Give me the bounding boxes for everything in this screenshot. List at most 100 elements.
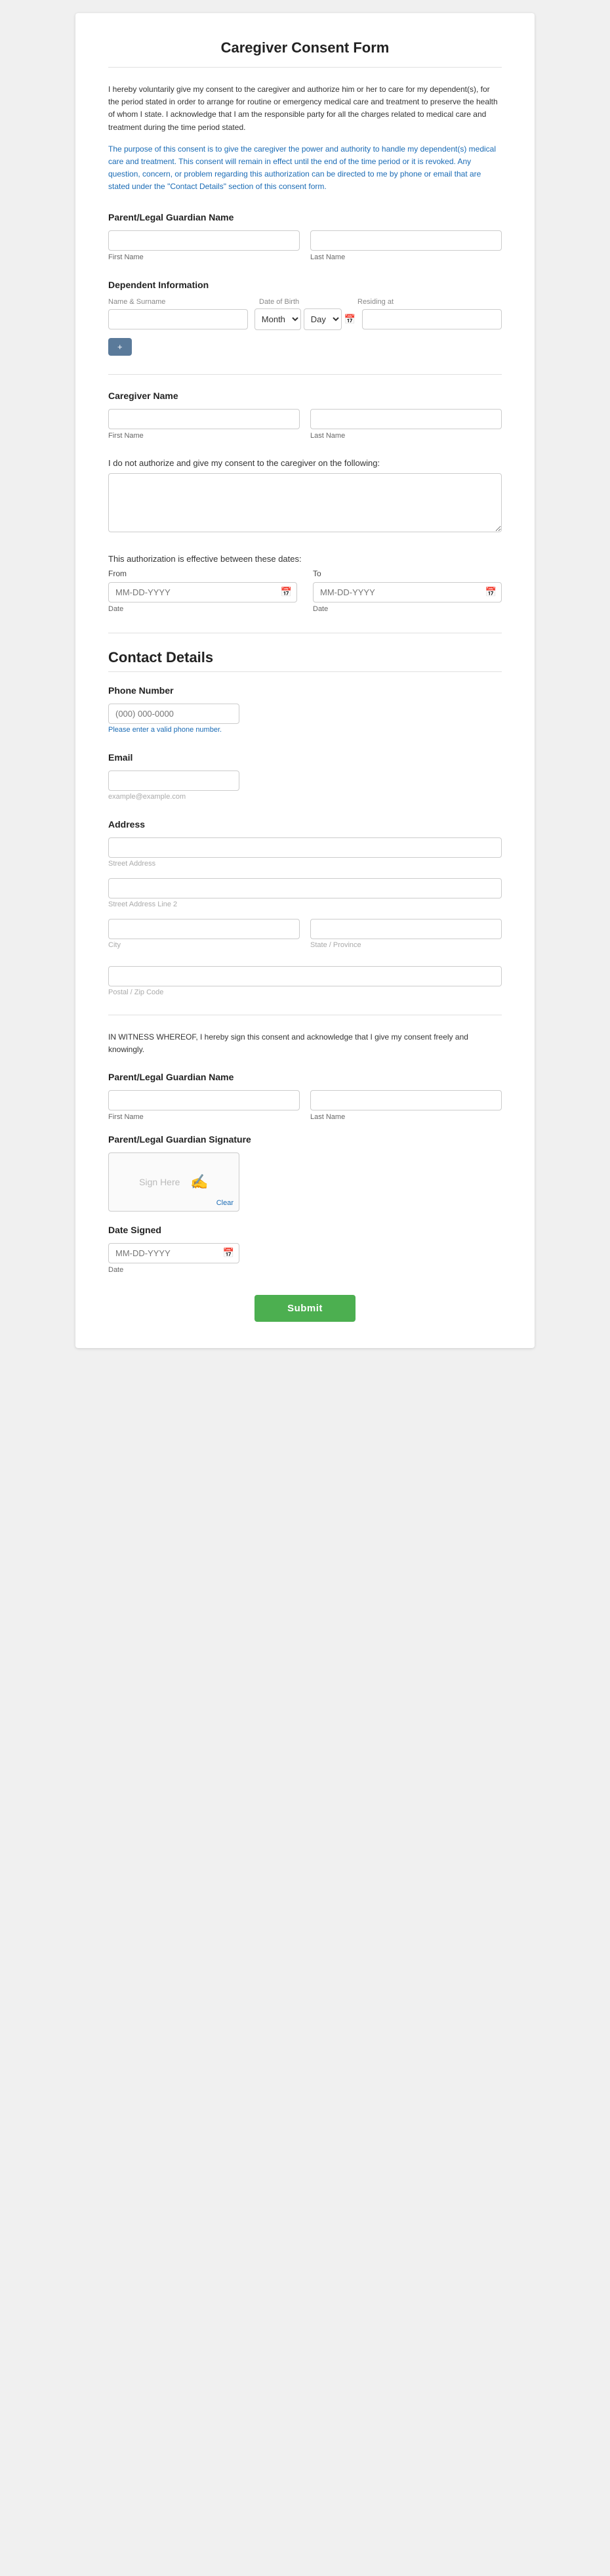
to-label: To — [313, 569, 502, 578]
address-label: Address — [108, 819, 502, 830]
dep-dob-col-label: Date of Birth — [259, 298, 351, 306]
city-group: City — [108, 919, 300, 949]
dependent-residing-group — [362, 309, 502, 329]
caregiver-last-name-group: Last Name — [310, 409, 502, 440]
from-date-input[interactable] — [108, 582, 297, 602]
dependent-section: Dependent Information Name & Surname Dat… — [108, 280, 502, 356]
parent-first-name-group: First Name — [108, 230, 300, 261]
consent-textarea[interactable] — [108, 473, 502, 532]
signature-section: Parent/Legal Guardian Signature Sign Her… — [108, 1134, 502, 1212]
to-date-wrapper: 📅 — [313, 582, 502, 602]
signature-inner: Sign Here ✍ — [139, 1173, 209, 1191]
intro-paragraph-1: I hereby voluntarily give my consent to … — [108, 83, 502, 134]
parent-last-name-label: Last Name — [310, 253, 502, 261]
witness-first-name-input[interactable] — [108, 1090, 300, 1110]
phone-section: Phone Number Please enter a valid phone … — [108, 685, 502, 734]
phone-input[interactable] — [108, 704, 239, 724]
witness-last-name-label: Last Name — [310, 1113, 502, 1121]
city-input[interactable] — [108, 919, 300, 939]
parent-first-name-label: First Name — [108, 253, 300, 261]
dep-name-col-label: Name & Surname — [108, 298, 253, 306]
dependent-residing-input[interactable] — [362, 309, 502, 329]
dep-residing-col-label: Residing at — [357, 298, 502, 306]
state-input[interactable] — [310, 919, 502, 939]
caregiver-name-row: First Name Last Name — [108, 409, 502, 440]
add-dependent-button[interactable]: + — [108, 338, 132, 356]
signature-section-label: Parent/Legal Guardian Signature — [108, 1134, 502, 1145]
to-date-label: Date — [313, 605, 328, 613]
caregiver-last-name-label: Last Name — [310, 432, 502, 440]
postal-input[interactable] — [108, 966, 502, 986]
divider-1 — [108, 374, 502, 375]
phone-label: Phone Number — [108, 685, 502, 696]
witness-guardian-name-row: First Name Last Name — [108, 1090, 502, 1121]
dob-month-select[interactable]: Month 01020304 05060708 09101112 — [254, 308, 301, 330]
caregiver-first-name-label: First Name — [108, 432, 300, 440]
caregiver-first-name-group: First Name — [108, 409, 300, 440]
dependent-row: Month 01020304 05060708 09101112 Day 010… — [108, 308, 502, 330]
parent-first-name-input[interactable] — [108, 230, 300, 251]
signature-icon: ✍ — [190, 1173, 208, 1191]
date-signed-wrapper: 📅 — [108, 1243, 239, 1263]
caregiver-first-name-input[interactable] — [108, 409, 300, 429]
witness-first-name-label: First Name — [108, 1113, 300, 1121]
caregiver-last-name-input[interactable] — [310, 409, 502, 429]
witness-last-name-group: Last Name — [310, 1090, 502, 1121]
phone-error-text: Please enter a valid phone number. — [108, 726, 502, 734]
consent-label: I do not authorize and give my consent t… — [108, 458, 502, 468]
dependent-section-label: Dependent Information — [108, 280, 502, 290]
to-date-group: To 📅 Date — [313, 569, 502, 614]
street-address-2-label: Street Address Line 2 — [108, 900, 502, 908]
parent-guardian-name-row: First Name Last Name — [108, 230, 502, 261]
state-group: State / Province — [310, 919, 502, 949]
page-title: Caregiver Consent Form — [108, 39, 502, 68]
witness-guardian-label: Parent/Legal Guardian Name — [108, 1072, 502, 1082]
to-date-input[interactable] — [313, 582, 502, 602]
signature-pad[interactable]: Sign Here ✍ Clear — [108, 1152, 239, 1212]
intro-paragraph-2: The purpose of this consent is to give t… — [108, 143, 502, 194]
witness-last-name-input[interactable] — [310, 1090, 502, 1110]
dates-row: From 📅 Date To 📅 Date — [108, 569, 502, 614]
postal-group: Postal / Zip Code — [108, 966, 502, 996]
caregiver-section: Caregiver Name First Name Last Name — [108, 391, 502, 440]
parent-last-name-input[interactable] — [310, 230, 502, 251]
email-section: Email example@example.com — [108, 752, 502, 801]
dependent-name-group — [108, 309, 248, 329]
date-signed-section: Date Signed 📅 Date — [108, 1225, 502, 1275]
date-signed-bottom-label: Date — [108, 1266, 123, 1274]
dob-day-select[interactable]: Day 0102030405 — [304, 308, 342, 330]
caregiver-label: Caregiver Name — [108, 391, 502, 401]
from-date-label: Date — [108, 605, 123, 613]
date-signed-input[interactable] — [108, 1243, 239, 1263]
street-address-2-group: Street Address Line 2 — [108, 878, 502, 908]
witness-text: IN WITNESS WHEREOF, I hereby sign this c… — [108, 1031, 502, 1056]
postal-label: Postal / Zip Code — [108, 988, 502, 996]
submit-button[interactable]: Submit — [254, 1295, 356, 1322]
state-label: State / Province — [310, 941, 502, 949]
dependent-name-input[interactable] — [108, 309, 248, 329]
street-address-group: Street Address — [108, 837, 502, 868]
street-address-input[interactable] — [108, 837, 502, 858]
street-address-2-input[interactable] — [108, 878, 502, 898]
parent-last-name-group: Last Name — [310, 230, 502, 261]
sign-here-text: Sign Here — [139, 1177, 180, 1187]
contact-section-title: Contact Details — [108, 649, 502, 672]
consent-section: I do not authorize and give my consent t… — [108, 458, 502, 536]
authorization-section: This authorization is effective between … — [108, 554, 502, 614]
form-container: Caregiver Consent Form I hereby voluntar… — [75, 13, 535, 1348]
dependent-dob-group: Month 01020304 05060708 09101112 Day 010… — [254, 308, 356, 330]
parent-guardian-section: Parent/Legal Guardian Name First Name La… — [108, 212, 502, 261]
witness-section: IN WITNESS WHEREOF, I hereby sign this c… — [108, 1031, 502, 1275]
from-date-wrapper: 📅 — [108, 582, 297, 602]
parent-guardian-label: Parent/Legal Guardian Name — [108, 212, 502, 222]
clear-signature-button[interactable]: Clear — [216, 1199, 234, 1207]
street-address-label: Street Address — [108, 860, 502, 868]
email-label: Email — [108, 752, 502, 763]
email-input[interactable] — [108, 771, 239, 791]
dep-col-labels: Name & Surname Date of Birth Residing at — [108, 298, 502, 306]
city-state-row: City State / Province — [108, 919, 502, 956]
address-section: Address Street Address Street Address Li… — [108, 819, 502, 996]
from-date-group: From 📅 Date — [108, 569, 297, 614]
witness-first-name-group: First Name — [108, 1090, 300, 1121]
calendar-icon: 📅 — [344, 314, 356, 325]
